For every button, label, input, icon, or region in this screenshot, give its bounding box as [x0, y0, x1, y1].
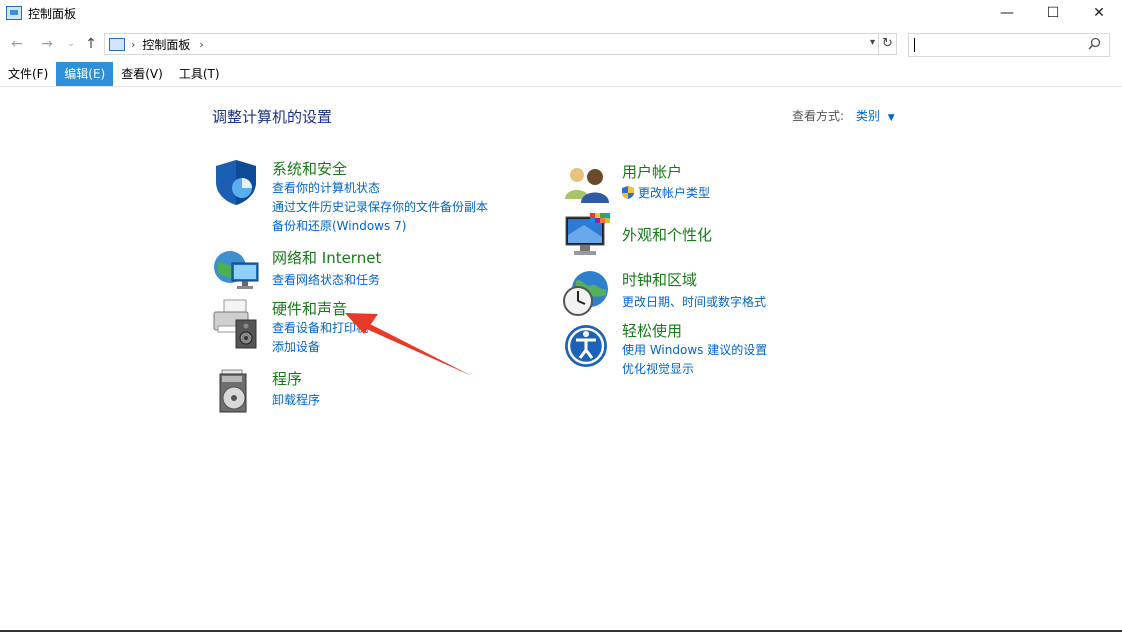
control-panel-icon	[6, 6, 22, 20]
page-heading: 调整计算机的设置	[212, 108, 333, 126]
arrow-right-icon: →	[41, 36, 53, 52]
shield-icon[interactable]	[212, 158, 260, 206]
category-clock-region: 时钟和区域 更改日期、时间或数字格式	[562, 269, 822, 317]
refresh-button[interactable]: ↻	[879, 33, 897, 55]
link-view-computer-status[interactable]: 查看你的计算机状态	[272, 179, 380, 196]
recent-locations-button[interactable]: ⌄	[62, 34, 80, 54]
link-optimize-visual-display[interactable]: 优化视觉显示	[622, 360, 694, 377]
category-title[interactable]: 用户帐户	[622, 161, 682, 182]
menu-tools[interactable]: 工具(T)	[171, 62, 228, 86]
view-by-label: 查看方式:	[792, 109, 845, 123]
link-network-status[interactable]: 查看网络状态和任务	[272, 271, 380, 288]
link-change-date-time-format[interactable]: 更改日期、时间或数字格式	[622, 293, 766, 310]
category-ease-of-access: 轻松使用 使用 Windows 建议的设置 优化视觉显示	[562, 320, 822, 376]
control-panel-window: 控制面板 — ☐ ✕ ← → ⌄ ↑ › 控制面板 › ▾ ↻ 文件(F) 编辑…	[0, 0, 1122, 632]
category-appearance: 外观和个性化	[562, 213, 822, 261]
minimize-button[interactable]: —	[984, 0, 1030, 26]
monitor-palette-icon[interactable]	[562, 213, 610, 261]
programs-disc-icon[interactable]	[212, 368, 260, 416]
text-caret	[914, 38, 915, 52]
link-devices-printers[interactable]: 查看设备和打印机	[272, 319, 368, 336]
clock-globe-icon[interactable]	[562, 269, 610, 317]
arrow-left-icon: ←	[11, 36, 23, 52]
address-bar[interactable]: › 控制面板 › ▾	[104, 33, 879, 55]
category-hardware-sound: 硬件和声音 查看设备和打印机 添加设备	[212, 298, 472, 358]
view-by: 查看方式: 类别 ▼	[792, 107, 895, 124]
view-by-dropdown[interactable]: 类别	[856, 109, 880, 123]
window-controls: — ☐ ✕	[984, 0, 1122, 26]
back-button[interactable]: ←	[8, 34, 26, 54]
users-icon[interactable]	[562, 161, 610, 209]
menu-bar: 文件(F) 编辑(E) 查看(V) 工具(T)	[0, 62, 228, 86]
navigation-bar: ← → ⌄ ↑ › 控制面板 › ▾ ↻	[0, 31, 1122, 57]
category-title[interactable]: 程序	[272, 368, 302, 389]
link-change-account-type[interactable]: 更改帐户类型	[622, 184, 710, 201]
link-label[interactable]: 更改帐户类型	[638, 186, 710, 200]
category-title[interactable]: 硬件和声音	[272, 298, 347, 319]
category-title[interactable]: 系统和安全	[272, 158, 347, 179]
close-button[interactable]: ✕	[1076, 0, 1122, 26]
control-panel-icon	[109, 37, 125, 51]
globe-network-icon[interactable]	[212, 247, 260, 295]
breadcrumb-chevron-icon[interactable]: ›	[199, 38, 203, 51]
category-programs: 程序 卸载程序	[212, 368, 412, 416]
window-title: 控制面板	[28, 6, 77, 21]
search-input[interactable]	[908, 33, 1110, 57]
title-bar: 控制面板 — ☐ ✕	[0, 0, 1122, 26]
breadcrumb-control-panel[interactable]: 控制面板	[142, 36, 190, 53]
chevron-down-icon: ⌄	[67, 39, 75, 49]
category-title[interactable]: 时钟和区域	[622, 269, 697, 290]
menu-divider	[0, 86, 1122, 87]
annotation-arrow	[345, 313, 472, 376]
link-file-history-backup[interactable]: 通过文件历史记录保存你的文件备份副本	[272, 198, 488, 215]
category-title[interactable]: 外观和个性化	[622, 224, 712, 245]
menu-file[interactable]: 文件(F)	[0, 62, 56, 86]
link-recommended-settings[interactable]: 使用 Windows 建议的设置	[622, 341, 767, 358]
breadcrumb-separator-icon[interactable]: ›	[131, 38, 135, 51]
category-system-security: 系统和安全 查看你的计算机状态 通过文件历史记录保存你的文件备份副本 备份和还原…	[212, 158, 542, 238]
menu-edit[interactable]: 编辑(E)	[56, 62, 114, 86]
uac-shield-icon	[622, 186, 634, 199]
arrow-up-icon: ↑	[85, 36, 97, 52]
menu-view[interactable]: 查看(V)	[113, 62, 171, 86]
address-dropdown-icon[interactable]: ▾	[870, 37, 875, 48]
dropdown-arrow-icon[interactable]: ▼	[888, 113, 895, 123]
category-title[interactable]: 网络和 Internet	[272, 247, 381, 268]
link-add-device[interactable]: 添加设备	[272, 338, 320, 355]
category-user-accounts: 用户帐户 更改帐户类型	[562, 161, 822, 206]
forward-button[interactable]: →	[38, 34, 56, 54]
search-icon[interactable]	[1088, 37, 1101, 54]
up-button[interactable]: ↑	[82, 34, 100, 54]
link-uninstall-program[interactable]: 卸载程序	[272, 391, 320, 408]
refresh-icon: ↻	[882, 36, 893, 51]
ease-of-access-icon[interactable]	[562, 320, 610, 368]
link-backup-restore[interactable]: 备份和还原(Windows 7)	[272, 217, 406, 234]
category-network: 网络和 Internet 查看网络状态和任务	[212, 247, 472, 292]
printer-speaker-icon[interactable]	[212, 298, 260, 349]
maximize-button[interactable]: ☐	[1030, 0, 1076, 26]
category-title[interactable]: 轻松使用	[622, 320, 682, 341]
